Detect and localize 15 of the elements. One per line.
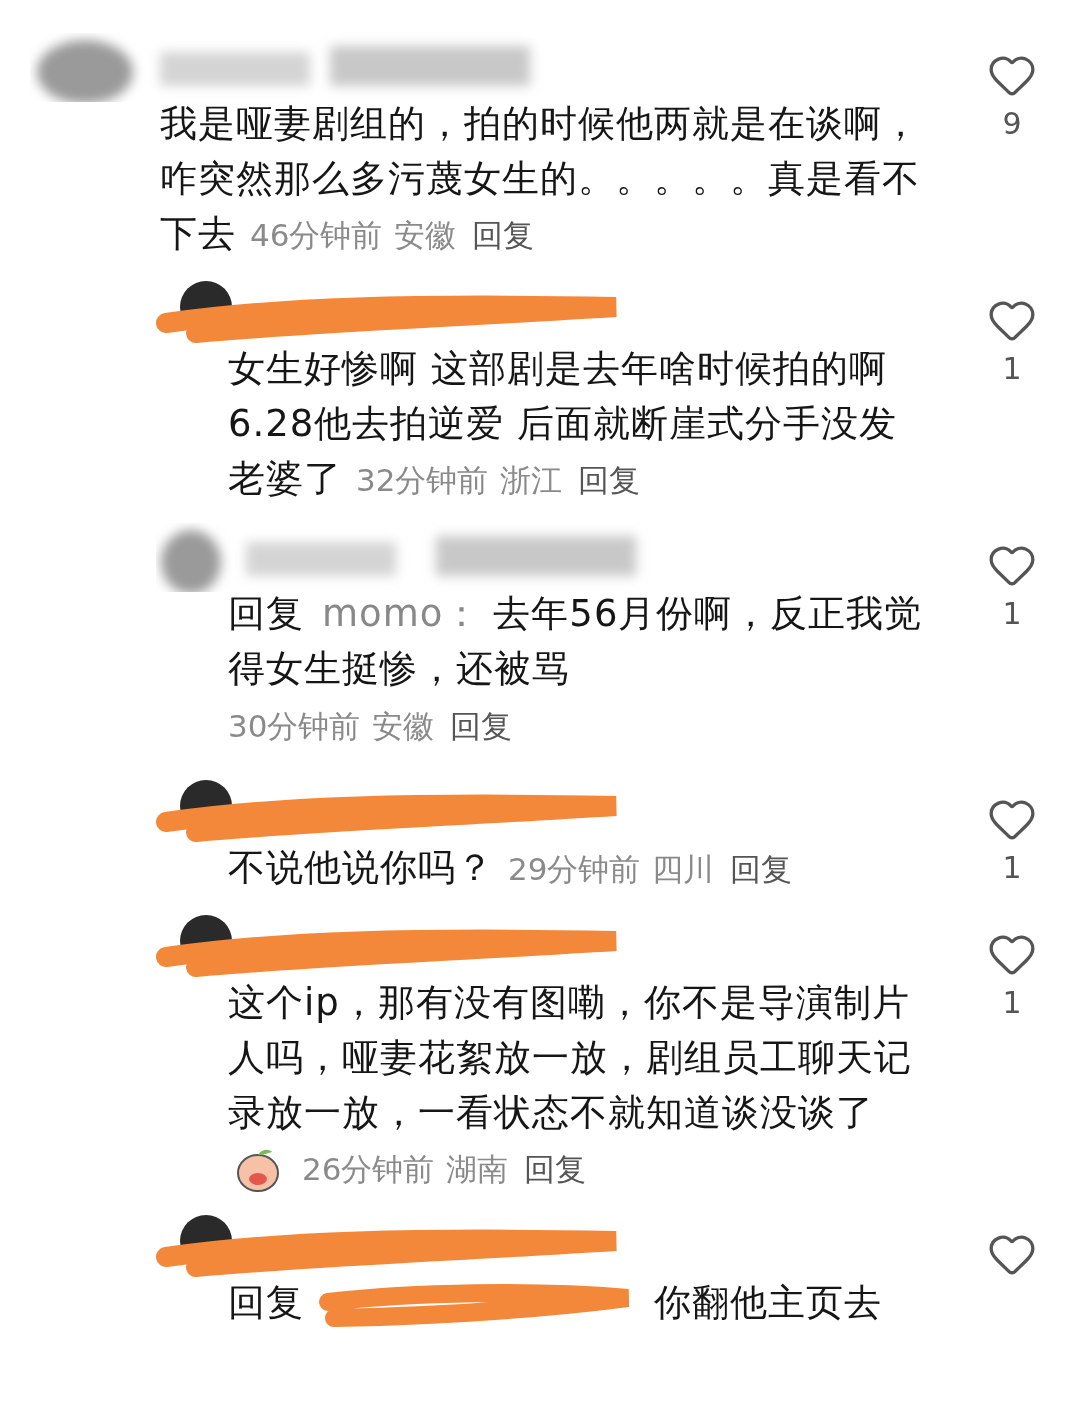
comment-text: 不说他说你吗？ 29分钟前 四川 回复: [228, 845, 794, 891]
like-count: 1: [1002, 596, 1022, 631]
comment-location: 安徽: [372, 708, 435, 744]
comment-text: 女生好惨啊 这部剧是去年啥时候拍的啊 6.28他去拍逆爱 后面就断崖式分手没发老婆了 32分钟前 浙江 回复: [228, 346, 899, 502]
comment-text: 这个ip，那有没有图嘞，你不是导演制片人吗，哑妻花絮放一放，剧组员工聊天记录放一放，一看状态不就知道谈没谈了 26分钟前 湖南 回复: [228, 975, 928, 1197]
comment-text: 我是哑妻剧组的，拍的时候他两就是在谈啊，咋突然那么多污蔑女生的。。。。。真是看不下去 46分钟前 安徽 回复: [160, 101, 921, 257]
comment-time: 30分钟前: [228, 708, 361, 744]
like-count: 9: [1002, 106, 1022, 141]
like-count: 1: [1002, 351, 1022, 386]
reply-prefix: 回复: [228, 1281, 304, 1324]
comment-text: 你翻他主页去: [654, 1281, 882, 1324]
reply-link[interactable]: 回复: [450, 708, 513, 744]
like-count: 1: [1002, 850, 1022, 885]
comment-text: 回复 momo： 去年56月份啊，反正我觉得女生挺惨，还被骂: [228, 591, 924, 692]
like-count: 1: [1002, 985, 1022, 1020]
